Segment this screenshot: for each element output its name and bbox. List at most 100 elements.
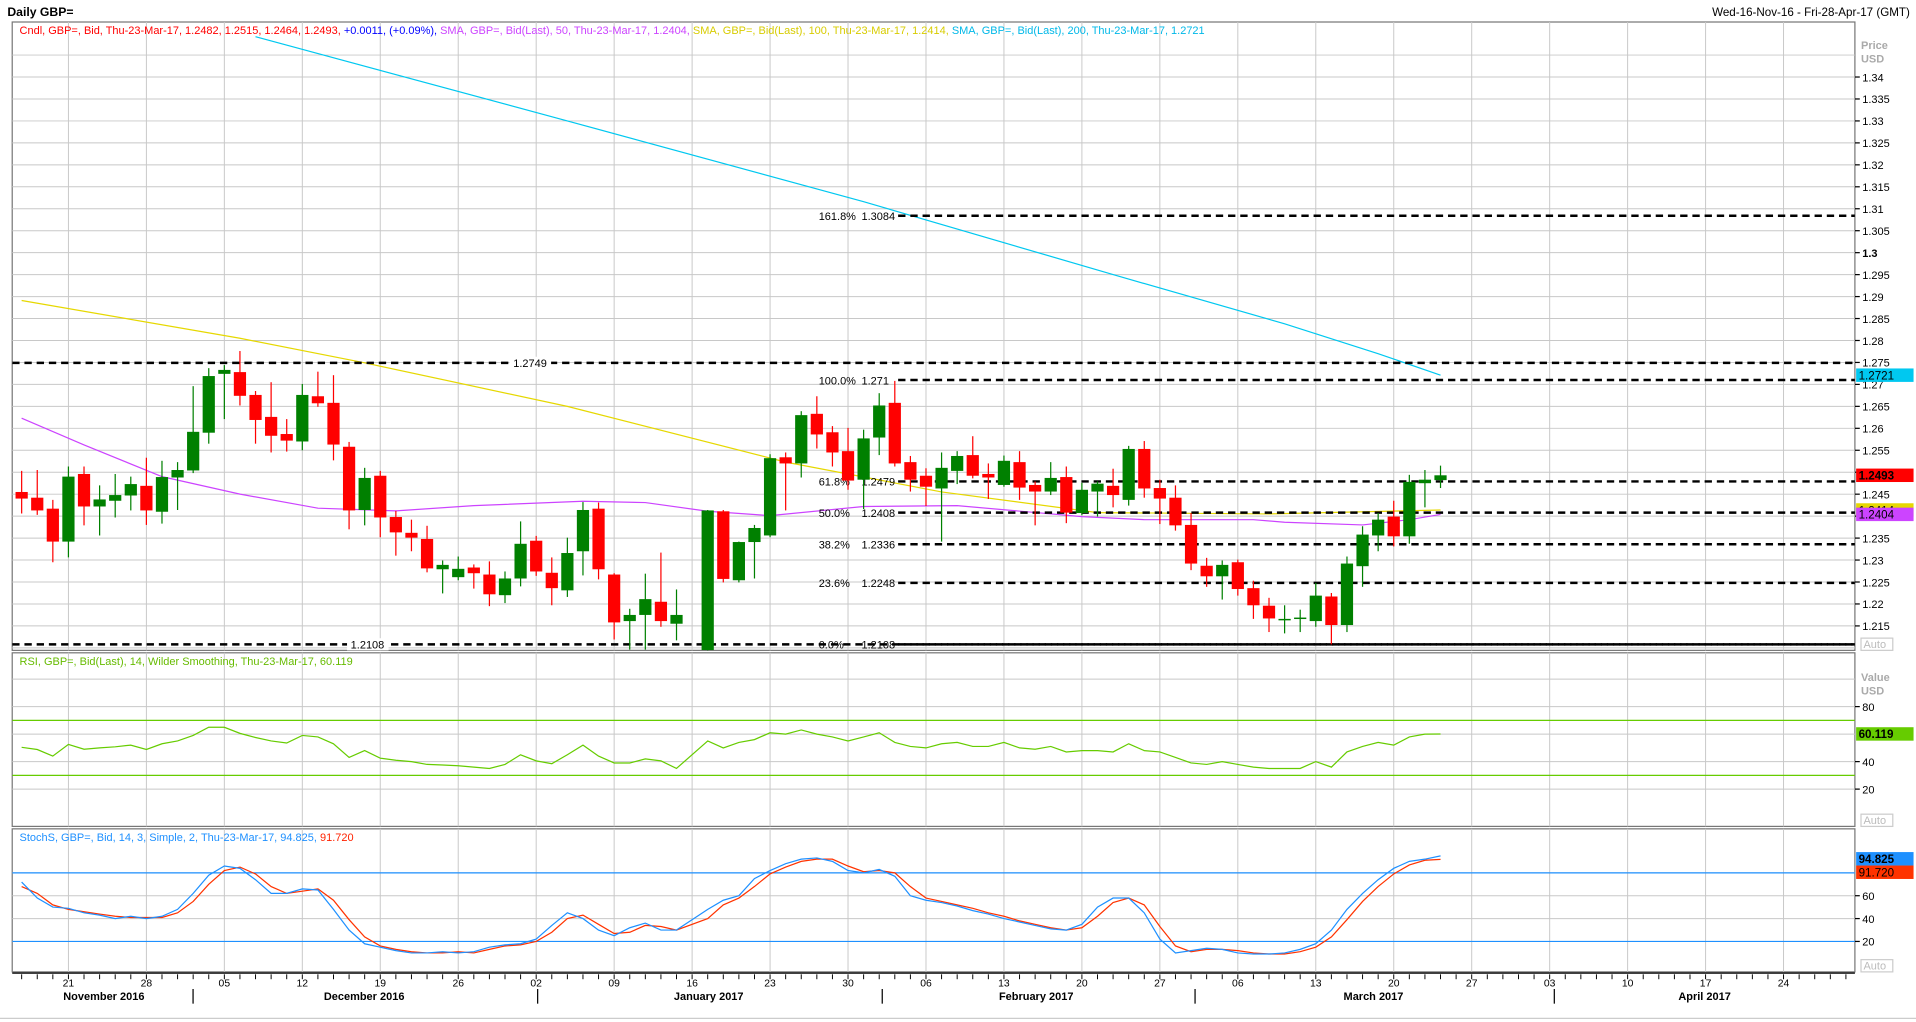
x-axis-day-label: 13	[1310, 979, 1322, 990]
candle-body	[1122, 448, 1135, 500]
stoch-auto-button-label: Auto	[1863, 960, 1886, 972]
level-line-label: 1.2749	[513, 358, 547, 370]
x-axis-day-label: 27	[1466, 979, 1478, 990]
x-axis-day-label: 19	[374, 979, 386, 990]
candle-body	[732, 542, 745, 581]
candle-body	[1418, 479, 1432, 484]
candle-body	[654, 601, 668, 622]
price-axis-label: 1.215	[1862, 621, 1889, 633]
x-axis-day-label: 20	[1076, 979, 1088, 990]
candle[interactable]	[732, 541, 745, 583]
candle-body	[1309, 595, 1322, 622]
fib-price-label: 1.271	[861, 375, 888, 387]
candle-body	[608, 574, 621, 623]
price-legend-segment: SMA, GBP=, Bid(Last), 100, Thu-23-Mar-17…	[690, 25, 949, 37]
candle-body	[873, 405, 886, 438]
fib-price-label: 1.2408	[861, 508, 895, 520]
price-axis-label: 1.245	[1862, 489, 1889, 501]
candle-body	[1262, 605, 1276, 619]
fib-percent-label: 161.8%	[819, 211, 856, 223]
x-axis-day-label: 06	[920, 979, 932, 990]
stoch-legend: StochS, GBP=, Bid, 14, 3, Simple, 2, Thu…	[20, 832, 354, 844]
candle-body	[1138, 448, 1151, 489]
candle-body	[436, 564, 449, 570]
rsi-axis-unit: USD	[1861, 685, 1884, 697]
x-axis-month-label: January 2017	[674, 991, 744, 1003]
fib-percent-label: 0.0%	[819, 640, 844, 652]
candle[interactable]	[1122, 445, 1135, 506]
candle[interactable]	[530, 535, 543, 576]
rsi-axis-title: Value	[1861, 672, 1890, 684]
price-axis-label: 1.295	[1862, 270, 1889, 282]
candle[interactable]	[202, 368, 215, 444]
price-axis-label: 1.22	[1862, 599, 1883, 611]
candle-body	[420, 538, 434, 569]
price-axis-label: 1.315	[1862, 182, 1889, 194]
candle-body	[93, 499, 106, 507]
price-axis-label: 1.335	[1862, 94, 1889, 106]
candle[interactable]	[592, 502, 605, 580]
stoch-axis-label: 20	[1862, 937, 1874, 949]
candle-body	[795, 415, 808, 464]
candle-body	[218, 369, 231, 374]
candle-body	[311, 396, 325, 404]
x-axis-day-label: 06	[1232, 979, 1244, 990]
fib-price-label: 1.2336	[861, 540, 895, 552]
candle-body	[1340, 563, 1354, 626]
candle-body	[561, 553, 574, 591]
price-axis-label: 1.32	[1862, 160, 1883, 172]
price-axis-label: 1.26	[1862, 424, 1883, 436]
candle[interactable]	[1403, 474, 1416, 544]
candle-body	[1075, 489, 1089, 514]
price-legend-segment: +0.0011, (+0.09%),	[344, 25, 437, 37]
x-axis-day-label: 20	[1388, 979, 1400, 990]
fib-percent-label: 50.0%	[819, 508, 850, 520]
candle-body	[46, 508, 59, 542]
x-axis-day-label: 17	[1700, 979, 1712, 990]
candle[interactable]	[763, 454, 777, 538]
candle-body	[389, 517, 402, 533]
candle-body	[1387, 516, 1400, 537]
candle-body	[280, 434, 293, 441]
candle-body	[966, 455, 979, 476]
candle-body	[31, 497, 44, 511]
candle-body	[701, 510, 714, 651]
rsi-axis-label: 40	[1862, 757, 1874, 769]
stoch-legend-main: StochS, GBP=, Bid, 14, 3, Simple, 2, Thu…	[20, 832, 320, 844]
candle-body	[763, 458, 777, 536]
x-axis-day-label: 13	[998, 979, 1010, 990]
candle-body	[1169, 497, 1182, 526]
price-legend-segment: SMA, GBP=, Bid(Last), 50, Thu-23-Mar-17,…	[437, 25, 690, 37]
price-axis-label: 1.305	[1862, 226, 1889, 238]
rsi-axis-label: 20	[1862, 784, 1874, 796]
fib-percent-label: 100.0%	[819, 375, 856, 387]
price-axis-label: 1.235	[1862, 533, 1889, 545]
price-axis-label: 1.33	[1862, 116, 1883, 128]
price-axis-label: 1.255	[1862, 446, 1889, 458]
candle-body	[342, 446, 356, 511]
level-line-label: 1.2108	[351, 640, 385, 652]
candle-body	[15, 491, 28, 499]
price-axis-label: 1.325	[1862, 138, 1889, 150]
price-axis-label: 1.285	[1862, 314, 1889, 326]
candle[interactable]	[717, 509, 730, 583]
price-legend-segment: Cndl, GBP=, Bid, Thu-23-Mar-17, 1.2482, …	[20, 25, 344, 37]
candle-body	[109, 495, 122, 501]
x-axis-day-label: 28	[141, 979, 153, 990]
candle-body	[935, 467, 948, 489]
x-axis-day-label: 16	[686, 979, 698, 990]
rsi-badge-label: 60.119	[1859, 728, 1894, 741]
date-range: Wed-16-Nov-16 - Fri-28-Apr-17 (GMT)	[1712, 6, 1910, 19]
candle-body	[670, 614, 683, 624]
candle-body	[826, 432, 839, 453]
candle[interactable]	[701, 509, 714, 653]
price-axis-label: 1.28	[1862, 336, 1883, 348]
price-badge-label: 1.2404	[1859, 509, 1895, 522]
price-badge-label: 1.2493	[1859, 470, 1895, 483]
candle[interactable]	[1340, 556, 1354, 633]
rsi-auto-button-label: Auto	[1863, 815, 1886, 827]
price-axis-label: 1.265	[1862, 402, 1889, 414]
x-axis-day-label: 21	[63, 979, 75, 990]
candle-body	[1294, 617, 1307, 620]
candle-body	[296, 394, 309, 442]
